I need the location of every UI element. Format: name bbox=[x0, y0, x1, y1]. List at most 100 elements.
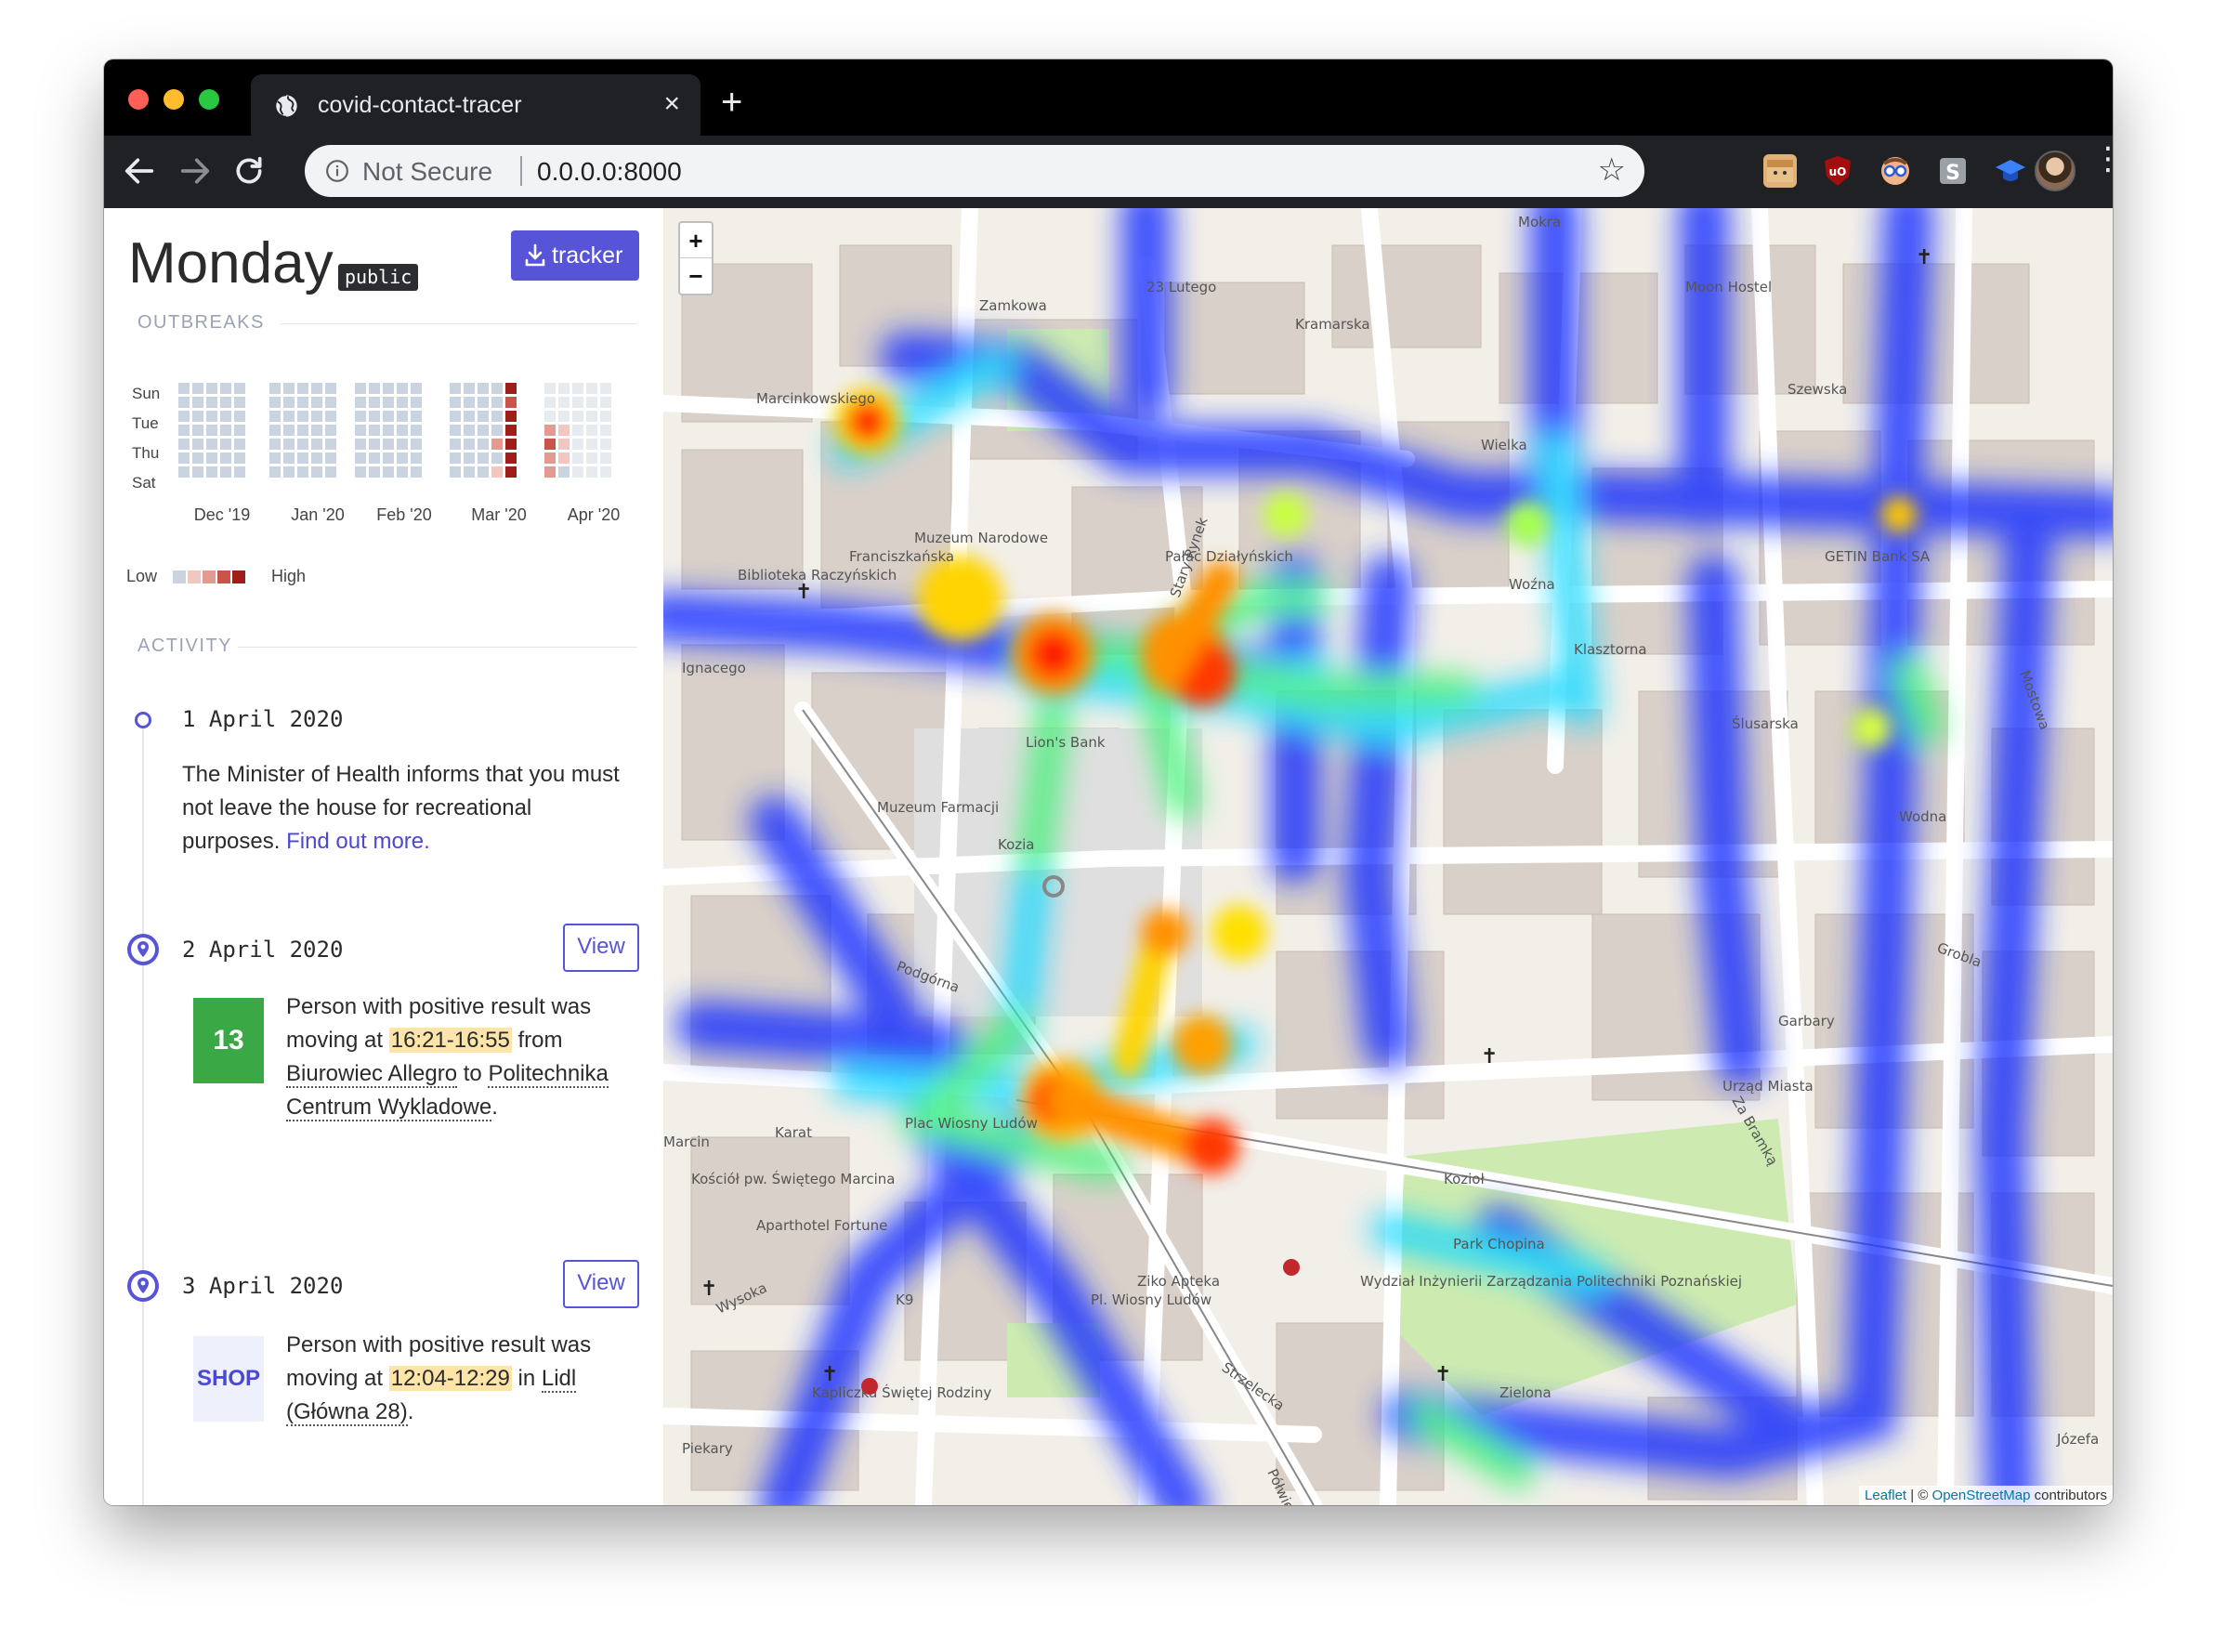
activity-divider bbox=[238, 647, 637, 648]
heatmap-day-cell bbox=[600, 383, 611, 394]
extension-cap-icon[interactable] bbox=[1994, 154, 2027, 188]
info-icon[interactable] bbox=[325, 159, 349, 183]
heatmap-day-cell bbox=[369, 383, 380, 394]
heatmap-day-cell bbox=[464, 439, 475, 450]
openstreetmap-link[interactable]: OpenStreetMap bbox=[1932, 1488, 2031, 1503]
heatmap-day-cell bbox=[192, 411, 203, 422]
heatmap-day-cell bbox=[478, 397, 489, 408]
heatmap-day-cell bbox=[369, 439, 380, 450]
heatmap-day-cell bbox=[269, 411, 281, 422]
location-pin-icon bbox=[127, 934, 159, 965]
browser-menu-icon[interactable]: ⋮ bbox=[2092, 143, 2113, 191]
heatmap-day-cell bbox=[297, 411, 308, 422]
heatmap-day-cell bbox=[397, 383, 408, 394]
heatmap-day-cell bbox=[450, 466, 461, 478]
profile-avatar[interactable] bbox=[2035, 151, 2076, 191]
movement-to-word: to bbox=[463, 1061, 482, 1086]
heatmap-day-cell bbox=[572, 452, 583, 464]
bookmark-star-icon[interactable]: ☆ bbox=[1598, 154, 1626, 186]
maximize-window-button[interactable] bbox=[199, 89, 219, 110]
heatmap-day-cell bbox=[325, 425, 336, 436]
heatmap-day-cell bbox=[572, 397, 583, 408]
extension-glasses-icon[interactable] bbox=[1879, 154, 1912, 188]
tab-title: covid-contact-tracer bbox=[318, 92, 522, 118]
close-window-button[interactable] bbox=[128, 89, 149, 110]
timeline-dot-icon bbox=[135, 712, 151, 728]
heatmap-day-cell bbox=[491, 466, 503, 478]
heatmap-day-cell bbox=[397, 411, 408, 422]
zoom-in-button[interactable]: + bbox=[680, 223, 712, 258]
url-text[interactable]: 0.0.0.0:8000 bbox=[537, 157, 682, 187]
globe-icon bbox=[274, 94, 297, 118]
heatmap-day-cell bbox=[192, 397, 203, 408]
back-arrow-icon[interactable] bbox=[121, 152, 158, 190]
view-button[interactable]: View bbox=[563, 1260, 639, 1308]
heatmap-day-cell bbox=[491, 397, 503, 408]
map-label: Moon Hostel bbox=[1685, 279, 1772, 295]
movement-from-word: from bbox=[517, 1028, 563, 1053]
heatmap-day-cell bbox=[464, 452, 475, 464]
attribution-tail: contributors bbox=[2030, 1488, 2107, 1503]
map-label: Franciszkańska bbox=[849, 548, 954, 565]
heatmap-day-cell bbox=[383, 439, 394, 450]
leaflet-link[interactable]: Leaflet bbox=[1865, 1488, 1906, 1503]
heatmap-day-cell bbox=[192, 452, 203, 464]
map-label: Wydział Inżynierii Zarządzania Politechn… bbox=[1360, 1273, 1742, 1290]
close-tab-icon[interactable]: × bbox=[663, 87, 680, 121]
extension-box-icon[interactable] bbox=[1763, 154, 1797, 188]
heatmap-day-cell bbox=[600, 411, 611, 422]
heatmap-day-cell bbox=[600, 452, 611, 464]
heatmap-day-cell bbox=[383, 452, 394, 464]
heatmap-day-cell bbox=[397, 397, 408, 408]
heatmap-day-label: Sun bbox=[132, 385, 161, 402]
public-badge: public bbox=[338, 264, 419, 291]
map-label: Garbary bbox=[1778, 1013, 1835, 1029]
map-label: Ignacego bbox=[682, 660, 746, 676]
heatmap-day-cell bbox=[558, 425, 570, 436]
ublock-icon[interactable]: uO bbox=[1821, 154, 1854, 188]
heatmap-day-cell bbox=[325, 383, 336, 394]
map-label: Kapliczka Świętej Rodziny bbox=[812, 1383, 991, 1401]
heatmap-day-cell bbox=[269, 425, 281, 436]
zoom-out-button[interactable]: − bbox=[680, 258, 712, 294]
heatmap-day-cell bbox=[544, 452, 556, 464]
heatmap-day-cell bbox=[505, 452, 517, 464]
view-button[interactable]: View bbox=[563, 924, 639, 972]
minimize-window-button[interactable] bbox=[164, 89, 184, 110]
heatmap-day-label: Thu bbox=[132, 444, 160, 462]
map-label: Muzeum Farmacji bbox=[877, 799, 999, 816]
heatmap-day-cell bbox=[355, 452, 366, 464]
heatmap-map[interactable]: Mokra 23 Lutego Kramarska Zamkowa Marcinkows… bbox=[663, 208, 2113, 1505]
outbreaks-divider bbox=[281, 323, 637, 324]
map-label: 23 Lutego bbox=[1146, 279, 1216, 295]
heatmap-day-cell bbox=[478, 411, 489, 422]
address-bar[interactable]: Not Secure 0.0.0.0:8000 ☆ bbox=[305, 145, 1644, 197]
map-label: Ślusarska bbox=[1732, 715, 1799, 732]
outbreak-calendar-heatmap bbox=[178, 383, 611, 478]
heatmap-day-cell bbox=[544, 383, 556, 394]
new-tab-button[interactable]: + bbox=[721, 84, 742, 121]
heatmap-day-cell bbox=[220, 466, 231, 478]
heatmap-day-cell bbox=[178, 411, 190, 422]
map-label: Kramarska bbox=[1295, 316, 1370, 333]
map-label: Pl. Wiosny Ludów bbox=[1091, 1291, 1211, 1308]
reload-icon[interactable] bbox=[230, 152, 268, 190]
map-attribution: Leaflet | © OpenStreetMap contributors bbox=[1859, 1486, 2113, 1505]
heatmap-day-cell bbox=[234, 383, 245, 394]
from-location[interactable]: Biurowiec Allegro bbox=[286, 1061, 458, 1088]
extension-s-icon[interactable]: S bbox=[1936, 154, 1970, 188]
map-tiles[interactable]: Mokra 23 Lutego Kramarska Zamkowa Marcinkows… bbox=[663, 208, 2113, 1505]
page-content: Monday public tracker OUTBREAKS Sun Tue … bbox=[104, 208, 2113, 1505]
heatmap-day-cell bbox=[450, 452, 461, 464]
forward-arrow-icon[interactable] bbox=[177, 152, 214, 190]
tracker-button-label: tracker bbox=[552, 243, 623, 269]
map-label: Klasztorna bbox=[1574, 641, 1647, 658]
heatmap-day-cell bbox=[600, 439, 611, 450]
tracker-download-button[interactable]: tracker bbox=[511, 230, 639, 281]
heatmap-day-cell bbox=[558, 411, 570, 422]
map-label: Kozia bbox=[998, 836, 1035, 853]
heatmap-day-cell bbox=[220, 383, 231, 394]
browser-tab[interactable]: covid-contact-tracer × bbox=[251, 74, 701, 136]
heatmap-day-cell bbox=[478, 439, 489, 450]
find-out-more-link[interactable]: Find out more. bbox=[286, 829, 430, 854]
